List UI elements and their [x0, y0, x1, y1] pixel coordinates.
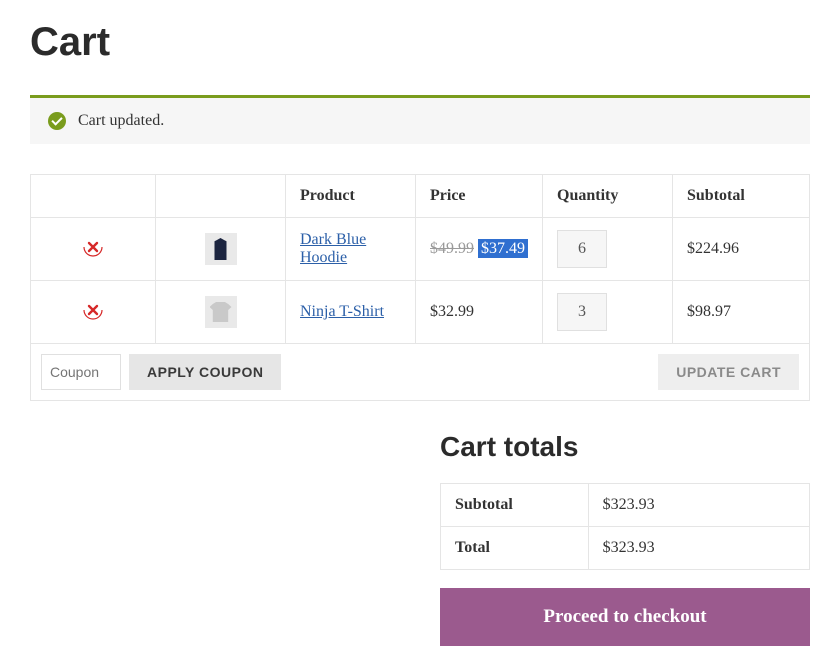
quantity-input[interactable]: [557, 293, 607, 331]
subtotal-label: Subtotal: [441, 484, 589, 527]
remove-item-button[interactable]: [81, 298, 105, 322]
col-header-remove: [31, 175, 156, 218]
cart-table: Product Price Quantity Subtotal Dark Blu…: [30, 174, 810, 401]
product-link[interactable]: Ninja T-Shirt: [300, 303, 384, 321]
original-price: $49.99: [430, 240, 474, 257]
col-header-product: Product: [286, 175, 416, 218]
cart-totals-section: Cart totals Subtotal $323.93 Total $323.…: [440, 431, 810, 646]
price-cell: $32.99: [416, 281, 543, 344]
update-cart-button[interactable]: UPDATE CART: [658, 354, 799, 390]
line-subtotal: $98.97: [673, 281, 810, 344]
cart-actions-row: APPLY COUPON UPDATE CART: [31, 344, 810, 401]
apply-coupon-button[interactable]: APPLY COUPON: [129, 354, 281, 390]
subtotal-value: $323.93: [588, 484, 809, 527]
notice-message: Cart updated.: [78, 112, 164, 130]
product-thumbnail[interactable]: [205, 296, 237, 328]
total-label: Total: [441, 527, 589, 570]
table-row: Ninja T-Shirt $32.99 $98.97: [31, 281, 810, 344]
coupon-input[interactable]: [41, 354, 121, 390]
cart-totals-title: Cart totals: [440, 431, 810, 463]
line-subtotal: $224.96: [673, 218, 810, 281]
remove-item-button[interactable]: [81, 235, 105, 259]
product-link[interactable]: Dark Blue Hoodie: [300, 231, 366, 267]
sale-price: $37.49: [478, 239, 528, 258]
total-value: $323.93: [588, 527, 809, 570]
proceed-to-checkout-button[interactable]: Proceed to checkout: [440, 588, 810, 646]
cart-totals-table: Subtotal $323.93 Total $323.93: [440, 483, 810, 570]
product-thumbnail[interactable]: [205, 233, 237, 265]
col-header-thumb: [156, 175, 286, 218]
col-header-price: Price: [416, 175, 543, 218]
col-header-quantity: Quantity: [543, 175, 673, 218]
cart-notice: Cart updated.: [30, 95, 810, 144]
remove-x-icon: [82, 236, 104, 258]
price-cell: $49.99$37.49: [416, 218, 543, 281]
remove-x-icon: [82, 299, 104, 321]
page-title: Cart: [30, 20, 810, 65]
success-check-icon: [48, 112, 66, 130]
quantity-input[interactable]: [557, 230, 607, 268]
col-header-subtotal: Subtotal: [673, 175, 810, 218]
table-row: Dark Blue Hoodie $49.99$37.49 $224.96: [31, 218, 810, 281]
